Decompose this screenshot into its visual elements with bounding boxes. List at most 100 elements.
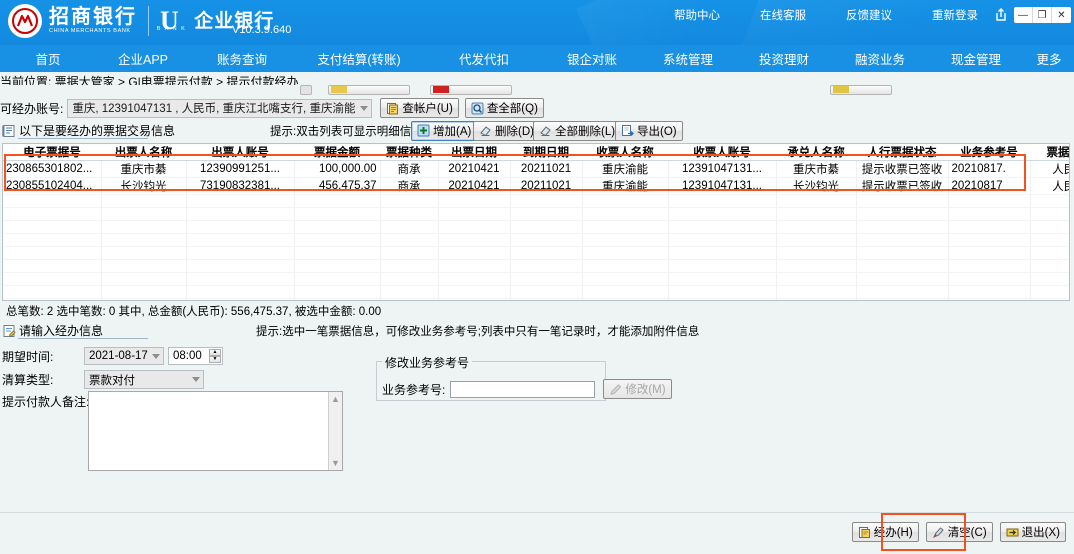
submit-button[interactable]: 经办(H) xyxy=(851,522,919,542)
header-link-help[interactable]: 帮助中心 xyxy=(674,7,720,23)
section-underline xyxy=(18,138,148,139)
cell-currency: 人民币 xyxy=(1030,160,1069,178)
col-bill-no[interactable]: 电子票据号 xyxy=(3,144,101,161)
add-button-label: 增加(A) xyxy=(433,125,472,138)
cell-drawer-name: 长沙钧光 xyxy=(101,177,187,195)
delete-button[interactable]: 删除(D) xyxy=(473,120,540,141)
export-button[interactable]: 导出(O) xyxy=(615,120,683,141)
nav-item-sysmgmt[interactable]: 系统管理 xyxy=(640,49,736,68)
remark-label: 提示付款人备注: xyxy=(2,395,90,409)
clipped-swatch-red xyxy=(433,86,449,93)
clear-button[interactable]: 清空(C) xyxy=(925,522,993,542)
spinner-buttons[interactable]: ▲ ▼ xyxy=(209,349,221,363)
product-bank-text: B A N K xyxy=(156,26,187,32)
spinner-up-icon[interactable]: ▲ xyxy=(209,349,221,356)
clipped-swatch-yellow xyxy=(331,86,347,93)
table-empty-row[interactable] xyxy=(3,298,1069,300)
nav-item-more[interactable]: 更多 xyxy=(1024,49,1074,68)
col-biz-ref-no[interactable]: 业务参考号 xyxy=(948,144,1030,161)
col-amount[interactable]: 票据金额 xyxy=(294,144,380,161)
col-drawer-acct[interactable]: 出票人账号 xyxy=(186,144,294,161)
table-empty-row[interactable] xyxy=(3,285,1069,299)
spinner-down-icon[interactable]: ▼ xyxy=(209,356,221,363)
list-note-icon xyxy=(2,124,15,137)
modify-bizref-button[interactable]: 修改(M) xyxy=(603,379,672,399)
chevron-down-icon xyxy=(192,377,200,382)
check-account-button-label: 查帐户(U) xyxy=(402,103,453,115)
biz-ref-label: 业务参考号: xyxy=(382,382,446,397)
nav-item-payment[interactable]: 支付结算(转账) xyxy=(294,49,424,68)
expect-clock-value: 08:00 xyxy=(173,350,202,362)
window-maximize-button[interactable]: ❐ xyxy=(1033,7,1052,23)
header-link-relogin[interactable]: 重新登录 xyxy=(932,7,978,23)
table-empty-row[interactable] xyxy=(3,194,1069,208)
scroll-down-icon[interactable]: ▼ xyxy=(331,458,340,468)
cell-due-date: 20211021 xyxy=(510,160,583,178)
settle-type-row: 清算类型: 票款对付 xyxy=(2,370,204,389)
biz-ref-input[interactable] xyxy=(450,380,596,398)
app-version: V10.3.9.640 xyxy=(232,24,292,36)
col-payee-acct[interactable]: 收票人账号 xyxy=(668,144,776,161)
col-acceptor-name[interactable]: 承兑人名称 xyxy=(776,144,856,161)
header-link-feedback[interactable]: 反馈建议 xyxy=(846,7,892,23)
col-due-date[interactable]: 到期日期 xyxy=(510,144,582,161)
nav-item-financing[interactable]: 融资业务 xyxy=(832,49,928,68)
bill-table-panel[interactable]: 电子票据号 出票人名称 出票人账号 票据金额 票据种类 出票日期 到期日期 收票… xyxy=(2,143,1070,301)
cell-pboc-status: 提示收票已签收 xyxy=(856,160,949,178)
expect-clock-input[interactable]: 08:00 ▲ ▼ xyxy=(168,347,223,365)
table-empty-row[interactable] xyxy=(3,272,1069,286)
plus-square-icon xyxy=(417,124,430,137)
check-all-button[interactable]: 查全部(Q) xyxy=(464,98,544,118)
col-currency[interactable]: 票据货币 xyxy=(1030,144,1069,161)
delete-all-button[interactable]: 全部删除(L) xyxy=(533,120,622,141)
col-pboc-status[interactable]: 人行票据状态 xyxy=(856,144,948,161)
nav-item-recon[interactable]: 银企对账 xyxy=(544,49,640,68)
col-issue-date[interactable]: 出票日期 xyxy=(438,144,510,161)
window-close-button[interactable]: ✕ xyxy=(1052,7,1071,23)
delete-all-button-label: 全部删除(L) xyxy=(555,125,616,138)
account-select[interactable]: 重庆, 12391047131 , 人民币, 重庆江北嘴支行, 重庆渝能 xyxy=(67,98,373,118)
clipped-button-0 xyxy=(300,85,312,95)
operator-hint: 提示:选中一笔票据信息，可修改业务参考号;列表中只有一笔记录时，才能添加附件信息 xyxy=(256,325,700,338)
submit-doc-icon xyxy=(858,526,871,539)
exit-button[interactable]: 退出(X) xyxy=(999,522,1066,542)
cell-acceptor-name: 长沙钧光 xyxy=(776,177,857,195)
remark-row: 提示付款人备注: ▲ ▼ xyxy=(2,391,343,471)
table-empty-row[interactable] xyxy=(3,220,1069,234)
cell-bill-type: 商承 xyxy=(380,177,439,195)
cell-acceptor-name: 重庆市綦 xyxy=(776,160,857,178)
header-link-online-service[interactable]: 在线客服 xyxy=(760,7,806,23)
nav-item-cashmgmt[interactable]: 现金管理 xyxy=(928,49,1024,68)
expect-date-select[interactable]: 2021-08-17 xyxy=(84,347,164,365)
bank-name-cn: 招商银行 xyxy=(49,6,137,28)
table-empty-row[interactable] xyxy=(3,207,1069,221)
nav-item-invest[interactable]: 投资理财 xyxy=(736,49,832,68)
col-bill-type[interactable]: 票据种类 xyxy=(380,144,438,161)
chevron-down-icon xyxy=(360,105,369,111)
nav-item-app[interactable]: 企业APP xyxy=(96,49,190,68)
nav-item-accounts[interactable]: 账务查询 xyxy=(190,49,294,68)
table-row[interactable]: 230865301802... 重庆市綦 12390991251... 100,… xyxy=(3,160,1069,178)
scroll-up-icon[interactable]: ▲ xyxy=(331,394,340,404)
nav-item-home[interactable]: 首页 xyxy=(0,49,96,68)
nav-item-payroll[interactable]: 代发代扣 xyxy=(424,49,544,68)
col-drawer-name[interactable]: 出票人名称 xyxy=(101,144,186,161)
cmb-logo-icon xyxy=(8,4,42,38)
add-button[interactable]: 增加(A) xyxy=(411,120,478,141)
table-empty-row[interactable] xyxy=(3,246,1069,260)
check-account-button[interactable]: 查帐户(U) xyxy=(380,98,459,118)
logo-divider xyxy=(148,6,149,36)
col-payee-name[interactable]: 收票人名称 xyxy=(582,144,668,161)
cell-pboc-status: 提示收票已签收 xyxy=(856,177,949,195)
remark-scrollbar[interactable]: ▲ ▼ xyxy=(328,392,342,470)
cell-bill-no: 230855102404... xyxy=(3,177,102,195)
table-empty-row[interactable] xyxy=(3,233,1069,247)
ukey-icon[interactable] xyxy=(994,8,1008,22)
window-minimize-button[interactable]: — xyxy=(1014,7,1033,23)
clipped-swatch-gold xyxy=(833,86,849,93)
operator-form: 期望时间: 2021-08-17 08:00 ▲ ▼ 清算类型: 票款对付 提示… xyxy=(0,343,1074,483)
remark-textarea[interactable]: ▲ ▼ xyxy=(88,391,343,471)
settle-type-select[interactable]: 票款对付 xyxy=(84,370,204,389)
table-empty-row[interactable] xyxy=(3,259,1069,273)
table-row[interactable]: 230855102404... 长沙钧光 73190832381... 456,… xyxy=(3,177,1069,195)
